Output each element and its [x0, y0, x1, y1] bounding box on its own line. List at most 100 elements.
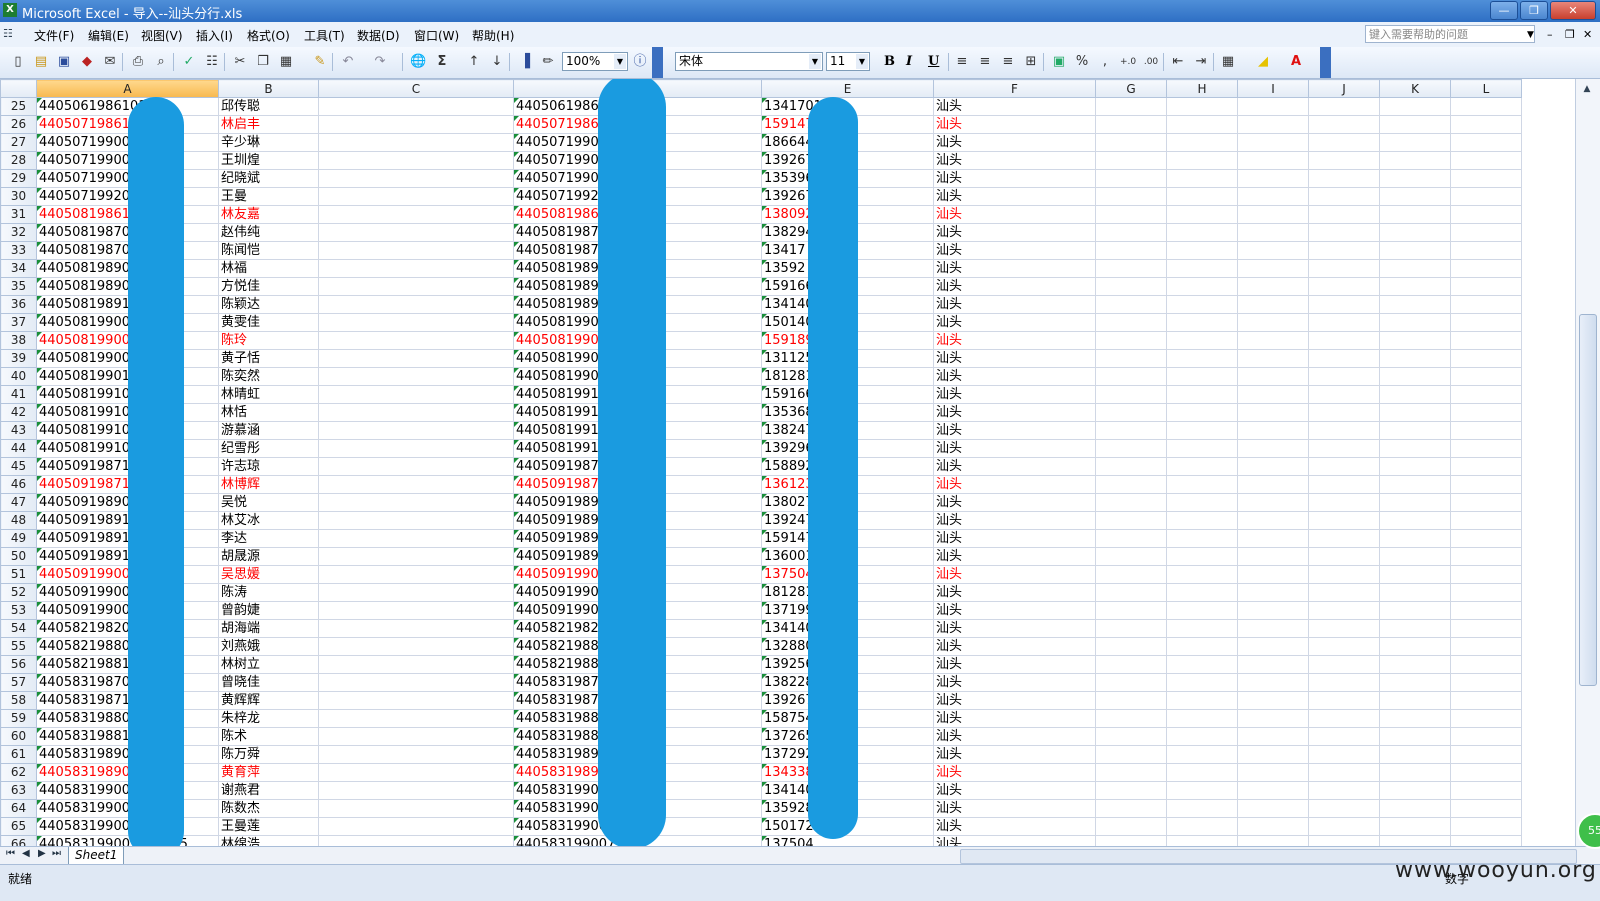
cell-empty[interactable] [1379, 511, 1451, 530]
cell-phone-number[interactable]: 134338 [761, 763, 934, 782]
menu-window[interactable]: 窗口(W) [414, 27, 459, 44]
cell-id-number[interactable]: 44050619861016 [36, 97, 219, 116]
cell-empty[interactable] [1379, 349, 1451, 368]
cell-empty[interactable] [318, 529, 514, 548]
cell-account-number[interactable]: 44058319870 [513, 673, 762, 692]
cell-empty[interactable] [1379, 601, 1451, 620]
prev-sheet-icon[interactable]: ◀ [22, 848, 30, 859]
cell-city[interactable]: 汕头 [933, 295, 1096, 314]
cell-empty[interactable] [318, 583, 514, 602]
cell-account-number[interactable]: 44050919890 [513, 493, 762, 512]
cell-empty[interactable] [1450, 115, 1522, 134]
cell-account-number[interactable]: 44050919900 [513, 583, 762, 602]
cell-id-number[interactable]: 44050919871005 [36, 457, 219, 476]
cell-account-number[interactable]: 44050819870 [513, 223, 762, 242]
cell-id-number[interactable]: 44058319900501 [36, 799, 219, 818]
cell-empty[interactable] [1166, 601, 1238, 620]
cell-empty[interactable] [1237, 277, 1309, 296]
cell-empty[interactable] [1450, 403, 1522, 422]
cell-id-number[interactable]: 44058219881007 [36, 655, 219, 674]
row-number[interactable]: 27 [0, 133, 37, 152]
cell-empty[interactable] [318, 277, 514, 296]
cell-empty[interactable] [1095, 529, 1167, 548]
cell-empty[interactable] [1308, 745, 1380, 764]
cell-empty[interactable] [1237, 223, 1309, 242]
column-header-e[interactable]: E [761, 79, 934, 98]
cell-city[interactable]: 汕头 [933, 547, 1096, 566]
open-icon[interactable]: ▤ [33, 54, 49, 70]
cell-city[interactable]: 汕头 [933, 241, 1096, 260]
cell-empty[interactable] [1237, 583, 1309, 602]
cell-account-number[interactable]: 44050819870704 [513, 241, 762, 260]
cell-empty[interactable] [318, 763, 514, 782]
cell-empty[interactable] [1237, 565, 1309, 584]
cell-empty[interactable] [1450, 421, 1522, 440]
cell-empty[interactable] [1450, 277, 1522, 296]
cell-empty[interactable] [1095, 475, 1167, 494]
mail-icon[interactable]: ✉ [102, 54, 118, 70]
format-painter-icon[interactable]: ✎ [312, 54, 328, 70]
cell-empty[interactable] [1450, 547, 1522, 566]
cell-account-number[interactable]: 44050819910 [513, 421, 762, 440]
cell-name[interactable]: 黄子恬 [218, 349, 319, 368]
cell-empty[interactable] [1308, 115, 1380, 134]
cell-empty[interactable] [1166, 187, 1238, 206]
cell-id-number[interactable]: 44058319900302 [36, 781, 219, 800]
comma-icon[interactable]: , [1097, 54, 1113, 70]
cell-empty[interactable] [1308, 385, 1380, 404]
cell-empty[interactable] [1450, 313, 1522, 332]
cell-empty[interactable] [1308, 205, 1380, 224]
cell-empty[interactable] [1379, 439, 1451, 458]
cell-empty[interactable] [1095, 601, 1167, 620]
cell-empty[interactable] [318, 349, 514, 368]
cell-empty[interactable] [1379, 781, 1451, 800]
cell-empty[interactable] [1095, 241, 1167, 260]
menu-format[interactable]: 格式(O) [247, 27, 290, 44]
cell-empty[interactable] [1379, 187, 1451, 206]
cell-empty[interactable] [1308, 403, 1380, 422]
cell-empty[interactable] [1450, 637, 1522, 656]
cell-phone-number[interactable]: 135368 [761, 403, 934, 422]
cell-phone-number[interactable]: 13417010 [761, 97, 934, 116]
cell-phone-number[interactable]: 137504 [761, 565, 934, 584]
row-number[interactable]: 53 [0, 601, 37, 620]
cell-empty[interactable] [1450, 151, 1522, 170]
cell-empty[interactable] [1095, 727, 1167, 746]
cell-empty[interactable] [1095, 115, 1167, 134]
cell-empty[interactable] [1379, 331, 1451, 350]
cell-name[interactable]: 曾韵婕 [218, 601, 319, 620]
cell-city[interactable]: 汕头 [933, 565, 1096, 584]
decrease-decimal-icon[interactable]: .00 [1143, 54, 1159, 70]
cell-empty[interactable] [1450, 619, 1522, 638]
chevron-down-icon[interactable]: ▼ [1527, 30, 1534, 40]
cell-account-number[interactable]: 44058319900 [513, 781, 762, 800]
cell-empty[interactable] [1095, 709, 1167, 728]
cell-empty[interactable] [1379, 709, 1451, 728]
cell-empty[interactable] [1379, 223, 1451, 242]
cell-account-number[interactable]: 44058319890 [513, 745, 762, 764]
cell-id-number[interactable]: 44050919900207 [36, 565, 219, 584]
cell-empty[interactable] [318, 565, 514, 584]
row-number[interactable]: 62 [0, 763, 37, 782]
cell-empty[interactable] [1166, 637, 1238, 656]
column-header-a[interactable]: A [36, 79, 219, 98]
row-number[interactable]: 33 [0, 241, 37, 260]
cell-empty[interactable] [1237, 421, 1309, 440]
row-number[interactable]: 54 [0, 619, 37, 638]
cell-empty[interactable] [1095, 583, 1167, 602]
column-header-k[interactable]: K [1379, 79, 1451, 98]
cell-empty[interactable] [1308, 295, 1380, 314]
cell-empty[interactable] [1379, 817, 1451, 836]
cell-empty[interactable] [1237, 367, 1309, 386]
cell-empty[interactable] [1308, 763, 1380, 782]
zoom-select[interactable]: 100% ▼ [562, 52, 628, 71]
cell-id-number[interactable]: 44058319871009 [36, 691, 219, 710]
cell-city[interactable]: 汕头 [933, 259, 1096, 278]
cell-id-number[interactable]: 44050819910701 [36, 403, 219, 422]
cell-empty[interactable] [1166, 133, 1238, 152]
row-number[interactable]: 42 [0, 403, 37, 422]
cell-empty[interactable] [1166, 439, 1238, 458]
cell-empty[interactable] [1379, 295, 1451, 314]
cell-account-number[interactable]: 44050919891 [513, 547, 762, 566]
row-number[interactable]: 26 [0, 115, 37, 134]
